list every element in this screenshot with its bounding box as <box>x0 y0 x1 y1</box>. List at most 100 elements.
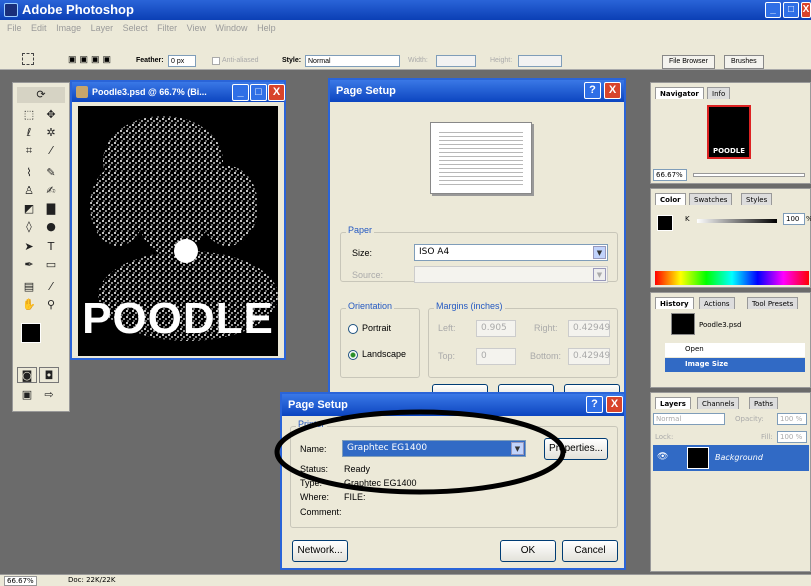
right-margin-input[interactable]: 0.42949 <box>568 320 610 337</box>
menu-window[interactable]: Window <box>216 23 248 33</box>
menu-help[interactable]: Help <box>257 23 276 33</box>
page-setup-title-bar[interactable]: Page Setup ? X <box>330 80 624 102</box>
menu-select[interactable]: Select <box>123 23 148 33</box>
slice-icon[interactable]: ⁄ <box>41 143 61 159</box>
notes-icon[interactable]: ▤ <box>19 279 39 295</box>
doc-maximize-button[interactable]: □ <box>250 84 267 101</box>
brushes-tab[interactable]: Brushes <box>724 55 764 69</box>
dialog-close-button[interactable]: X <box>604 82 621 99</box>
portrait-radio[interactable] <box>348 324 358 334</box>
quick-mask-icon[interactable]: ◘ <box>39 367 59 383</box>
marquee-icon[interactable]: ⬚ <box>19 107 39 123</box>
healing-brush-icon[interactable]: ⌇ <box>19 165 39 181</box>
help-button[interactable]: ? <box>584 82 601 99</box>
menu-filter[interactable]: Filter <box>157 23 177 33</box>
left-margin-input[interactable]: 0.905 <box>476 320 516 337</box>
cancel-button[interactable]: Cancel <box>562 540 618 562</box>
tab-color[interactable]: Color <box>655 193 686 205</box>
zoom-icon[interactable]: ⚲ <box>41 297 61 313</box>
tab-tool-presets[interactable]: Tool Presets <box>747 297 799 309</box>
style-select[interactable]: Normal <box>305 55 400 67</box>
paper-size-select[interactable]: ISO A4 ▼ <box>414 244 608 261</box>
maximize-button[interactable]: □ <box>783 2 799 18</box>
eyedropper-icon[interactable]: ⁄ <box>41 279 61 295</box>
selection-mode-icons[interactable]: ▣▣▣▣ <box>68 54 124 64</box>
blend-mode-select[interactable]: Normal <box>653 413 725 425</box>
file-browser-tab[interactable]: File Browser <box>662 55 715 69</box>
bottom-margin-input[interactable]: 0.42949 <box>568 348 610 365</box>
doc-minimize-button[interactable]: _ <box>232 84 249 101</box>
width-input[interactable] <box>436 55 476 67</box>
menu-view[interactable]: View <box>187 23 206 33</box>
tab-info[interactable]: Info <box>707 87 731 99</box>
image-canvas[interactable]: POODLE <box>78 106 278 356</box>
lasso-icon[interactable]: ℓ <box>19 125 39 141</box>
history-snapshot-label[interactable]: Poodle3.psd <box>699 321 741 329</box>
history-snapshot-thumbnail[interactable] <box>671 313 695 335</box>
eye-icon[interactable]: 👁 <box>657 452 668 462</box>
dodge-icon[interactable]: ● <box>41 219 61 235</box>
shape-icon[interactable]: ▭ <box>41 257 61 273</box>
pen-icon[interactable]: ✒ <box>19 257 39 273</box>
type-icon[interactable]: T <box>41 239 61 255</box>
foreground-color-swatch[interactable] <box>21 323 41 343</box>
fill-input[interactable]: 100 % <box>777 431 807 443</box>
standard-mode-icon[interactable]: ◙ <box>17 367 37 383</box>
brush-icon[interactable]: ✎ <box>41 165 61 181</box>
feather-input[interactable]: 0 px <box>168 55 196 67</box>
tab-navigator[interactable]: Navigator <box>655 87 704 99</box>
minimize-button[interactable]: _ <box>765 2 781 18</box>
paper-source-select[interactable]: ▼ <box>414 266 608 283</box>
jump-to-icon[interactable]: ⇨ <box>39 387 59 403</box>
help-button[interactable]: ? <box>586 396 603 413</box>
layer-row-background[interactable]: 👁 Background <box>653 445 809 471</box>
tab-styles[interactable]: Styles <box>741 193 773 205</box>
tab-swatches[interactable]: Swatches <box>689 193 733 205</box>
blur-icon[interactable]: ◊ <box>19 219 39 235</box>
k-channel-slider[interactable] <box>697 219 777 223</box>
magic-wand-icon[interactable]: ✲ <box>41 125 61 141</box>
doc-close-button[interactable]: X <box>268 84 285 101</box>
navigator-zoom-input[interactable]: 66.67% <box>653 169 687 181</box>
history-brush-icon[interactable]: ✍ <box>41 183 61 199</box>
eraser-icon[interactable]: ◩ <box>19 201 39 217</box>
top-margin-input[interactable]: 0 <box>476 348 516 365</box>
marquee-tool-icon[interactable] <box>22 53 34 65</box>
tab-layers[interactable]: Layers <box>655 397 691 409</box>
tab-paths[interactable]: Paths <box>749 397 779 409</box>
k-channel-input[interactable]: 100 <box>783 213 805 225</box>
menu-layer[interactable]: Layer <box>91 23 114 33</box>
anti-aliased-checkbox[interactable] <box>212 57 220 65</box>
opacity-input[interactable]: 100 % <box>777 413 807 425</box>
close-button[interactable]: X <box>801 2 811 18</box>
stamp-icon[interactable]: ♙ <box>19 183 39 199</box>
hand-icon[interactable]: ✋ <box>19 297 39 313</box>
navigator-zoom-slider[interactable] <box>693 173 805 177</box>
color-foreground-swatch[interactable] <box>657 215 673 231</box>
chevron-down-icon[interactable]: ▼ <box>593 246 606 259</box>
screen-mode-icon[interactable]: ▣ <box>17 387 37 403</box>
dialog-close-button[interactable]: X <box>606 396 623 413</box>
tab-channels[interactable]: Channels <box>697 397 740 409</box>
document-title-bar[interactable]: Poodle3.psd @ 66.7% (Bi... _ □ X <box>72 82 285 102</box>
history-item-image-size[interactable]: Image Size <box>665 358 805 372</box>
gradient-icon[interactable]: ▇ <box>41 201 61 217</box>
network-button[interactable]: Network... <box>292 540 348 562</box>
tab-actions[interactable]: Actions <box>699 297 735 309</box>
landscape-radio[interactable] <box>348 350 358 360</box>
move-icon[interactable]: ✥ <box>41 107 61 123</box>
navigator-thumbnail[interactable]: POODLE <box>707 105 751 159</box>
chevron-down-icon[interactable]: ▼ <box>593 268 606 281</box>
crop-icon[interactable]: ⌗ <box>19 143 39 159</box>
status-zoom[interactable]: 66.67% <box>4 576 37 586</box>
color-ramp[interactable] <box>655 271 809 285</box>
tab-history[interactable]: History <box>655 297 694 309</box>
ok-button[interactable]: OK <box>500 540 556 562</box>
paper-group-label: Paper <box>346 225 375 235</box>
history-item-open[interactable]: Open <box>665 343 805 357</box>
path-select-icon[interactable]: ➤ <box>19 239 39 255</box>
menu-edit[interactable]: Edit <box>31 23 47 33</box>
menu-file[interactable]: File <box>7 23 22 33</box>
height-input[interactable] <box>518 55 562 67</box>
menu-image[interactable]: Image <box>56 23 81 33</box>
